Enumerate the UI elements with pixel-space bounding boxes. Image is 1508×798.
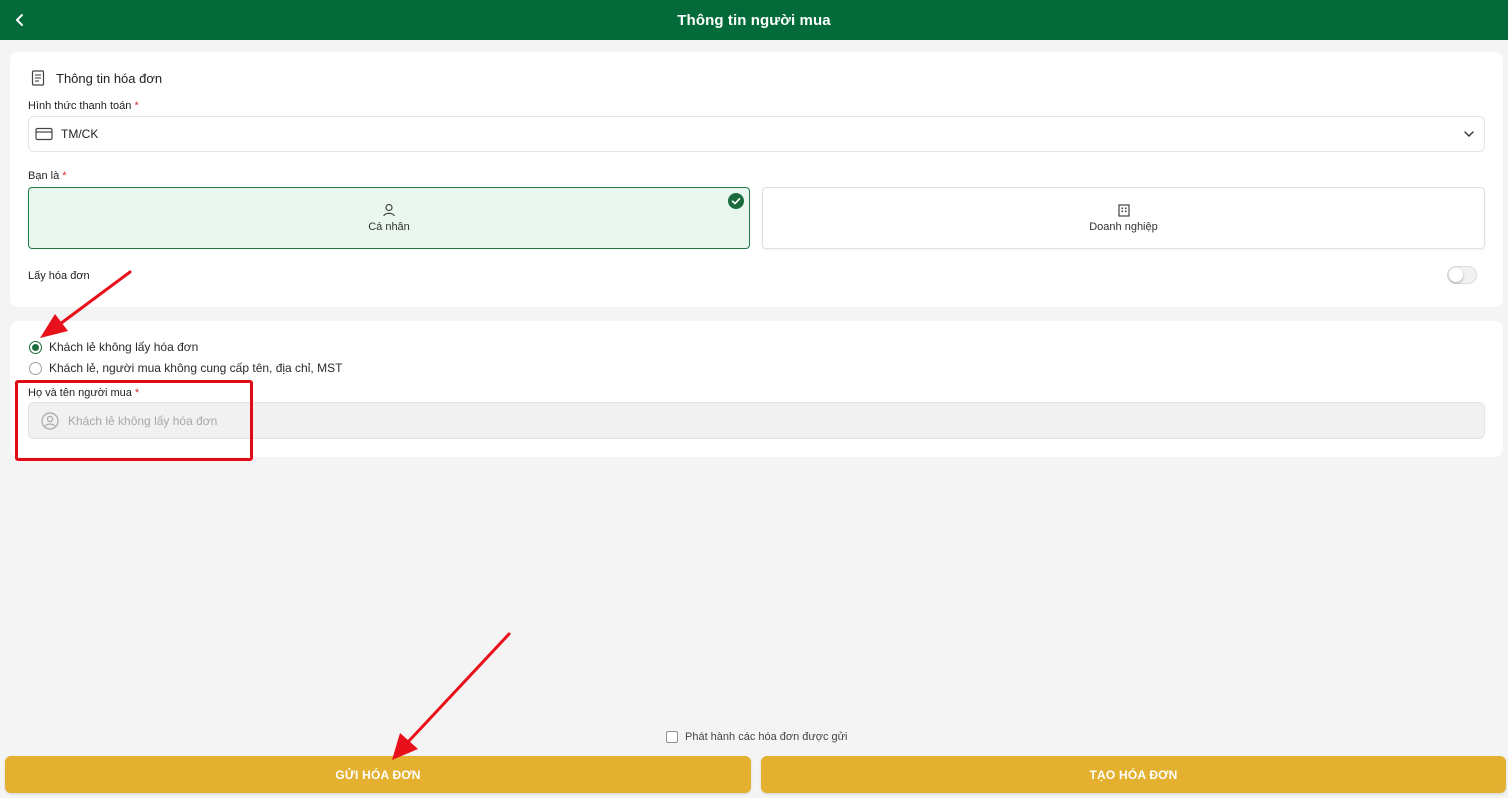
option-business[interactable]: Doanh nghiệp — [762, 187, 1485, 249]
top-bar: Thông tin người mua — [0, 0, 1508, 40]
user-icon — [383, 203, 395, 217]
radio-button[interactable] — [29, 361, 42, 375]
section-title: Thông tin hóa đơn — [56, 70, 163, 86]
publish-checkbox[interactable] — [666, 731, 678, 743]
publish-checkbox-row[interactable]: Phát hành các hóa đơn được gửi — [666, 731, 847, 743]
radio-button[interactable] — [29, 340, 42, 354]
send-invoice-button[interactable]: GỬI HÓA ĐƠN — [5, 756, 751, 793]
get-invoice-label: Lấy hóa đơn — [28, 270, 90, 282]
you-are-label: Bạn là * — [28, 170, 67, 182]
credit-card-icon — [35, 127, 53, 141]
buyer-name-placeholder: Khách lẻ không lấy hóa đơn — [68, 413, 218, 428]
payment-method-select[interactable]: TM/CK — [28, 116, 1485, 152]
building-icon — [1117, 204, 1130, 217]
radio-no-invoice-label: Khách lẻ không lấy hóa đơn — [49, 340, 199, 354]
radio-no-info[interactable]: Khách lẻ, người mua không cung cấp tên, … — [29, 361, 342, 375]
page-title: Thông tin người mua — [677, 11, 831, 29]
section-header: Thông tin hóa đơn — [30, 70, 162, 86]
create-invoice-button[interactable]: TẠO HÓA ĐƠN — [761, 756, 1506, 793]
payment-method-label: Hình thức thanh toán * — [28, 100, 139, 112]
document-icon — [31, 70, 45, 86]
invoice-info-card: Thông tin hóa đơn Hình thức thanh toán *… — [10, 52, 1503, 307]
chevron-left-icon — [16, 14, 23, 26]
get-invoice-toggle[interactable] — [1447, 266, 1477, 284]
toggle-knob — [1449, 268, 1463, 282]
option-individual[interactable]: Cá nhân — [28, 187, 750, 249]
buyer-name-label: Họ và tên người mua * — [28, 387, 140, 399]
buyer-card: Khách lẻ không lấy hóa đơn Khách lẻ, ngư… — [10, 321, 1503, 457]
publish-label: Phát hành các hóa đơn được gửi — [685, 731, 848, 743]
option-individual-label: Cá nhân — [368, 221, 410, 233]
radio-no-info-label: Khách lẻ, người mua không cung cấp tên, … — [49, 361, 343, 375]
chevron-down-icon — [1464, 131, 1474, 137]
check-circle-icon — [728, 193, 744, 209]
annotation-arrow-send — [392, 632, 511, 760]
radio-no-invoice[interactable]: Khách lẻ không lấy hóa đơn — [29, 340, 198, 354]
option-business-label: Doanh nghiệp — [1089, 221, 1158, 233]
buyer-name-input[interactable]: Khách lẻ không lấy hóa đơn — [28, 402, 1485, 439]
user-circle-icon — [41, 411, 59, 430]
payment-method-value: TM/CK — [61, 127, 99, 141]
back-button[interactable] — [6, 6, 34, 34]
